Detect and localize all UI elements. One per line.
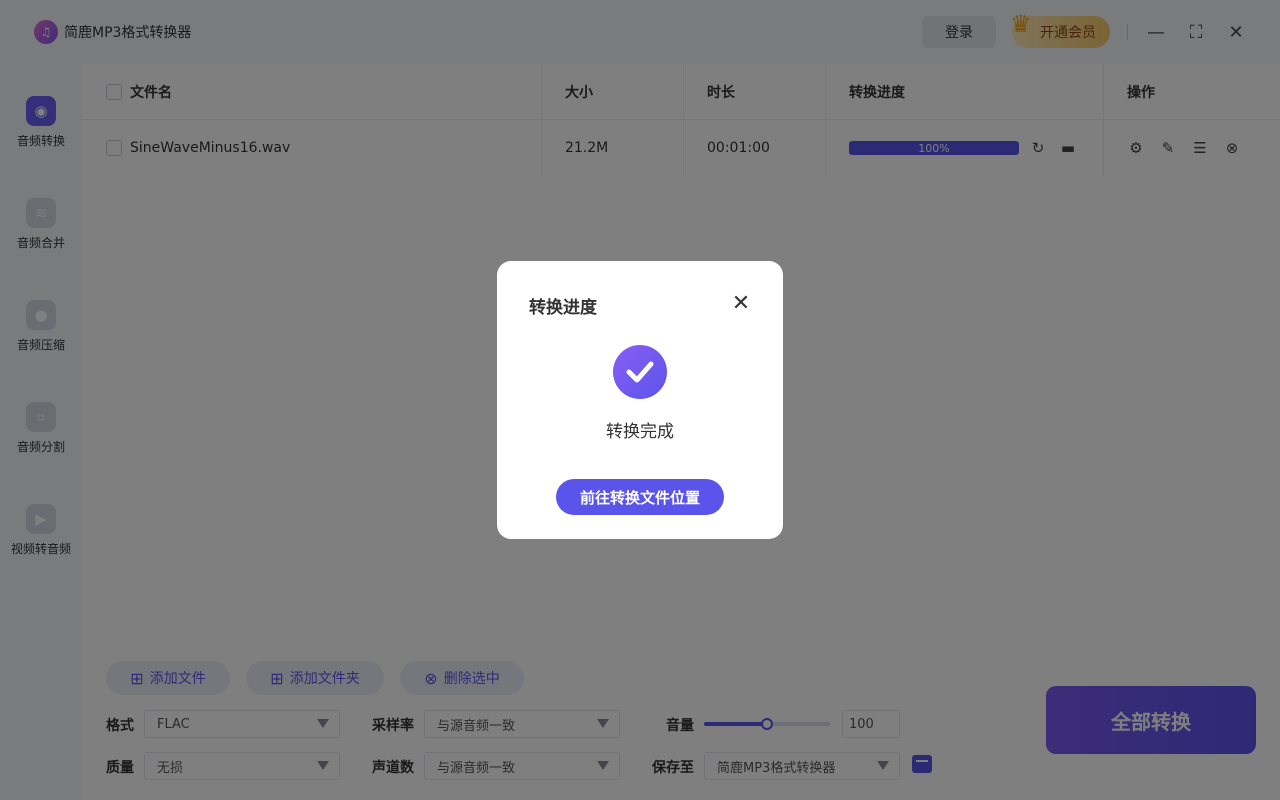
open-output-location-button[interactable]: 前往转换文件位置	[556, 479, 724, 515]
dialog-message: 转换完成	[606, 422, 674, 442]
dialog-title: 转换进度	[529, 298, 597, 318]
conversion-dialog: 转换进度 ✕ 转换完成 前往转换文件位置	[497, 261, 783, 539]
check-circle-icon	[613, 345, 667, 399]
close-icon[interactable]: ✕	[729, 291, 753, 316]
